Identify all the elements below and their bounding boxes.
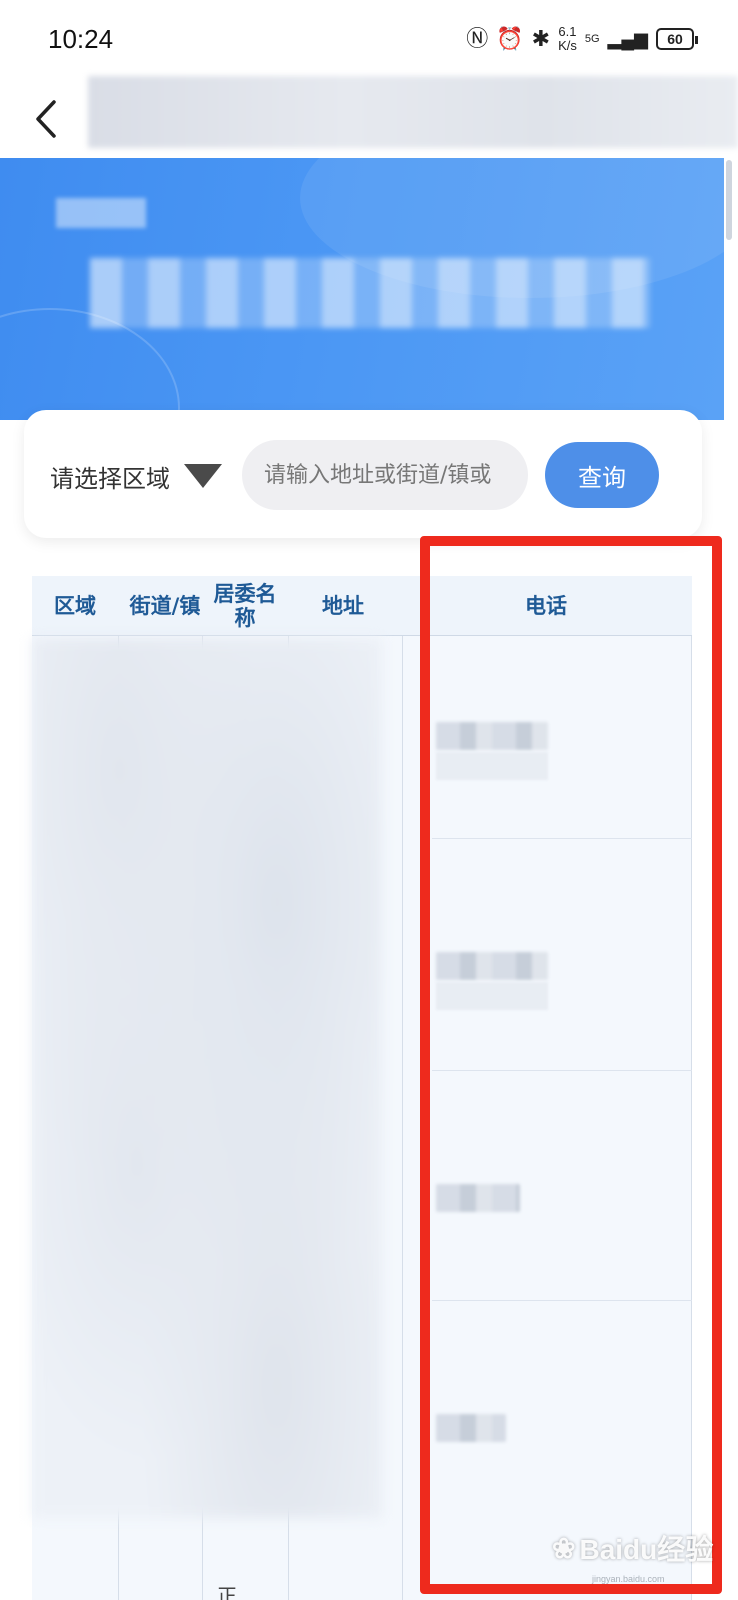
scrollbar[interactable] <box>726 160 732 240</box>
search-card: 请选择区域 查询 <box>24 410 702 538</box>
phone-column-highlight <box>420 536 722 1594</box>
region-select-label: 请选择区域 <box>50 464 170 493</box>
paw-icon: ❀ <box>552 1532 576 1564</box>
caret-down-icon <box>184 464 222 488</box>
network-type: 5G <box>584 33 600 45</box>
column-header-committee: 居委名称 <box>213 582 277 630</box>
table-rows-redacted <box>32 638 382 1518</box>
column-divider <box>402 636 403 1600</box>
watermark-brand: Baidu经验 <box>579 1534 714 1565</box>
column-header-region: 区域 <box>54 594 96 618</box>
header-banner <box>0 158 724 420</box>
battery-icon: 60 <box>656 28 698 50</box>
column-header-street: 街道/镇 <box>129 594 201 618</box>
query-button[interactable]: 查询 <box>545 442 659 508</box>
table-cell-partial: 正 <box>217 1584 237 1600</box>
baidu-watermark: ❀ Baidu经验 <box>552 1520 722 1576</box>
status-time: 10:24 <box>48 24 114 54</box>
page-title-redacted <box>88 76 738 148</box>
status-bar: 10:24 Ⓝ ⏰ ✱ 6.1 K/s 5G ▂▄▆ 60 <box>0 0 738 80</box>
banner-title-redacted <box>56 198 146 228</box>
watermark-url: jingyan.baidu.com <box>592 1574 665 1584</box>
signal-icon: ▂▄▆ <box>607 29 648 49</box>
net-speed: 6.1 K/s <box>558 25 577 53</box>
banner-subtitle-redacted <box>90 258 650 328</box>
alarm-icon: ⏰ <box>496 26 524 51</box>
bluetooth-icon: ✱ <box>531 26 551 51</box>
status-icons: Ⓝ ⏰ ✱ 6.1 K/s 5G ▂▄▆ 60 <box>466 22 698 56</box>
net-speed-value: 6.1 <box>558 24 577 39</box>
chevron-left-icon[interactable] <box>28 94 68 144</box>
address-search-input[interactable] <box>242 440 528 510</box>
region-select[interactable]: 请选择区域 <box>50 456 222 496</box>
nfc-icon: Ⓝ <box>466 26 489 51</box>
net-speed-unit: K/s <box>558 38 577 53</box>
column-header-address: 地址 <box>322 594 364 618</box>
